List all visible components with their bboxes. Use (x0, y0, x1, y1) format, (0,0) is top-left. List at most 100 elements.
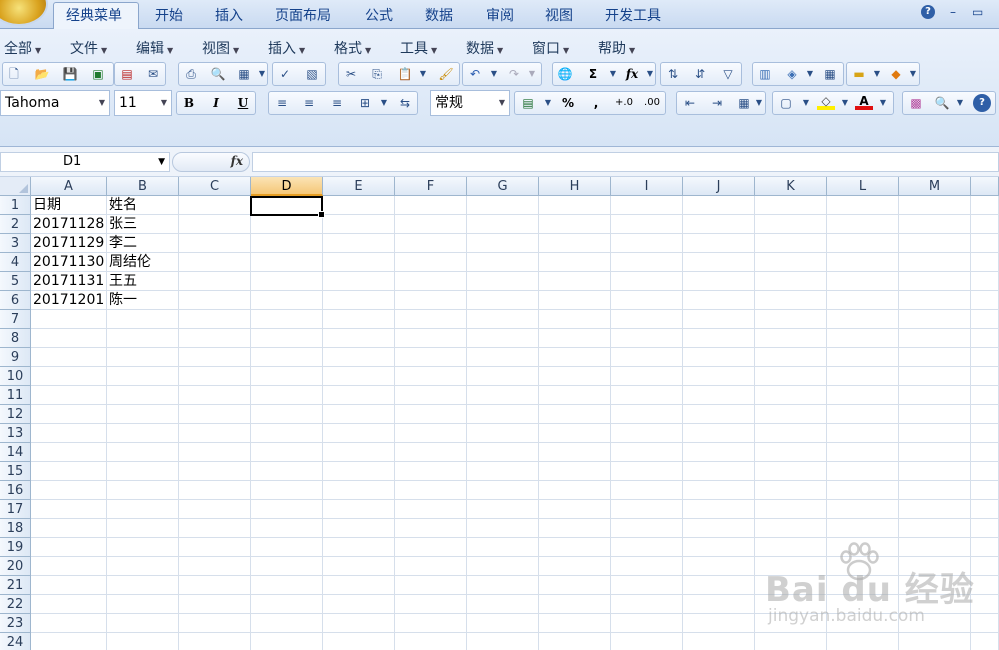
cell-m17[interactable] (899, 500, 971, 519)
cell-m13[interactable] (899, 424, 971, 443)
cell-h9[interactable] (539, 348, 611, 367)
column-header-m[interactable]: M (899, 177, 971, 196)
column-header-c[interactable]: C (179, 177, 251, 196)
cell-k10[interactable] (755, 367, 827, 386)
cell-f19[interactable] (395, 538, 467, 557)
cell-l9[interactable] (827, 348, 899, 367)
cell-c4[interactable] (179, 253, 251, 272)
insert-function-button[interactable]: fx (231, 154, 243, 168)
cell-e5[interactable] (323, 272, 395, 291)
cell-f13[interactable] (395, 424, 467, 443)
cell-b6[interactable]: 陈一 (107, 291, 179, 310)
cell-f22[interactable] (395, 595, 467, 614)
chevron-down-icon[interactable]: ▼ (485, 65, 503, 83)
chart-icon[interactable]: ▥ (756, 65, 774, 83)
cell-c10[interactable] (179, 367, 251, 386)
cell-m11[interactable] (899, 386, 971, 405)
cell-c14[interactable] (179, 443, 251, 462)
cell-k12[interactable] (755, 405, 827, 424)
cell-i10[interactable] (611, 367, 683, 386)
cell-l15[interactable] (827, 462, 899, 481)
cell-g24[interactable] (467, 633, 539, 650)
cell-e4[interactable] (323, 253, 395, 272)
cell-j10[interactable] (683, 367, 755, 386)
cell-f14[interactable] (395, 443, 467, 462)
column-header-g[interactable]: G (467, 177, 539, 196)
print-icon[interactable]: ⎙ (182, 65, 200, 83)
row-header-8[interactable]: 8 (0, 329, 31, 348)
cell-i12[interactable] (611, 405, 683, 424)
chevron-down-icon[interactable]: ▼ (836, 94, 854, 112)
row-header-1[interactable]: 1 (0, 196, 31, 215)
chevron-down-icon[interactable]: ▼ (523, 65, 541, 83)
cell-b2[interactable]: 张三 (107, 215, 179, 234)
cell-k16[interactable] (755, 481, 827, 500)
row-header-13[interactable]: 13 (0, 424, 31, 443)
bold-button[interactable]: B (180, 94, 198, 112)
cell-j4[interactable] (683, 253, 755, 272)
cell-i3[interactable] (611, 234, 683, 253)
column-header-a[interactable]: A (31, 177, 107, 196)
cell-d18[interactable] (251, 519, 323, 538)
tab-home[interactable]: 开始 (155, 5, 183, 25)
cell-c24[interactable] (179, 633, 251, 650)
cell-k7[interactable] (755, 310, 827, 329)
column-header-b[interactable]: B (107, 177, 179, 196)
decrease-indent-icon[interactable]: ⇤ (681, 94, 699, 112)
name-box[interactable]: D1 ▼ (0, 152, 170, 172)
cell-m18[interactable] (899, 519, 971, 538)
cell-f6[interactable] (395, 291, 467, 310)
cell-j17[interactable] (683, 500, 755, 519)
tab-data[interactable]: 数据 (425, 5, 453, 25)
cell-c13[interactable] (179, 424, 251, 443)
cell-a21[interactable] (31, 576, 107, 595)
cell-b5[interactable]: 王五 (107, 272, 179, 291)
cut-icon[interactable]: ✂ (342, 65, 360, 83)
cell-d24[interactable] (251, 633, 323, 650)
cell-m9[interactable] (899, 348, 971, 367)
chevron-down-icon[interactable]: ▼ (253, 65, 271, 83)
select-all-button[interactable] (0, 177, 31, 196)
cell-i20[interactable] (611, 557, 683, 576)
cell-l16[interactable] (827, 481, 899, 500)
cell-h16[interactable] (539, 481, 611, 500)
row-header-22[interactable]: 22 (0, 595, 31, 614)
copy-icon[interactable]: ⎘ (368, 65, 386, 83)
save-icon[interactable]: 💾 (61, 65, 79, 83)
cell-l3[interactable] (827, 234, 899, 253)
cell-b21[interactable] (107, 576, 179, 595)
cell-c5[interactable] (179, 272, 251, 291)
cell-d20[interactable] (251, 557, 323, 576)
cell-l17[interactable] (827, 500, 899, 519)
cell-c1[interactable] (179, 196, 251, 215)
menu-tools[interactable]: 工具 ▼ (400, 38, 437, 58)
cell-g11[interactable] (467, 386, 539, 405)
cell-a2[interactable]: 20171128 (31, 215, 107, 234)
folder-icon[interactable]: ▬ (850, 65, 868, 83)
cell-g17[interactable] (467, 500, 539, 519)
cell-e13[interactable] (323, 424, 395, 443)
page-setup-icon[interactable]: ▦ (235, 65, 253, 83)
cell-l8[interactable] (827, 329, 899, 348)
cell-g23[interactable] (467, 614, 539, 633)
save-as-icon[interactable]: ▣ (89, 65, 107, 83)
cell-d11[interactable] (251, 386, 323, 405)
cell-i6[interactable] (611, 291, 683, 310)
cell-i22[interactable] (611, 595, 683, 614)
cell-f23[interactable] (395, 614, 467, 633)
cell-d3[interactable] (251, 234, 323, 253)
cell-g2[interactable] (467, 215, 539, 234)
shapes-icon[interactable]: ◈ (783, 65, 801, 83)
cell-b17[interactable] (107, 500, 179, 519)
cell-h23[interactable] (539, 614, 611, 633)
cell-g19[interactable] (467, 538, 539, 557)
currency-icon[interactable]: ▤ (519, 94, 537, 112)
open-folder-icon[interactable]: 📂 (33, 65, 51, 83)
cell-i18[interactable] (611, 519, 683, 538)
cell-b9[interactable] (107, 348, 179, 367)
underline-button[interactable]: U (234, 94, 252, 112)
row-header-7[interactable]: 7 (0, 310, 31, 329)
fill-color-icon[interactable]: ◇ (817, 92, 835, 110)
cell-l13[interactable] (827, 424, 899, 443)
cell-c12[interactable] (179, 405, 251, 424)
